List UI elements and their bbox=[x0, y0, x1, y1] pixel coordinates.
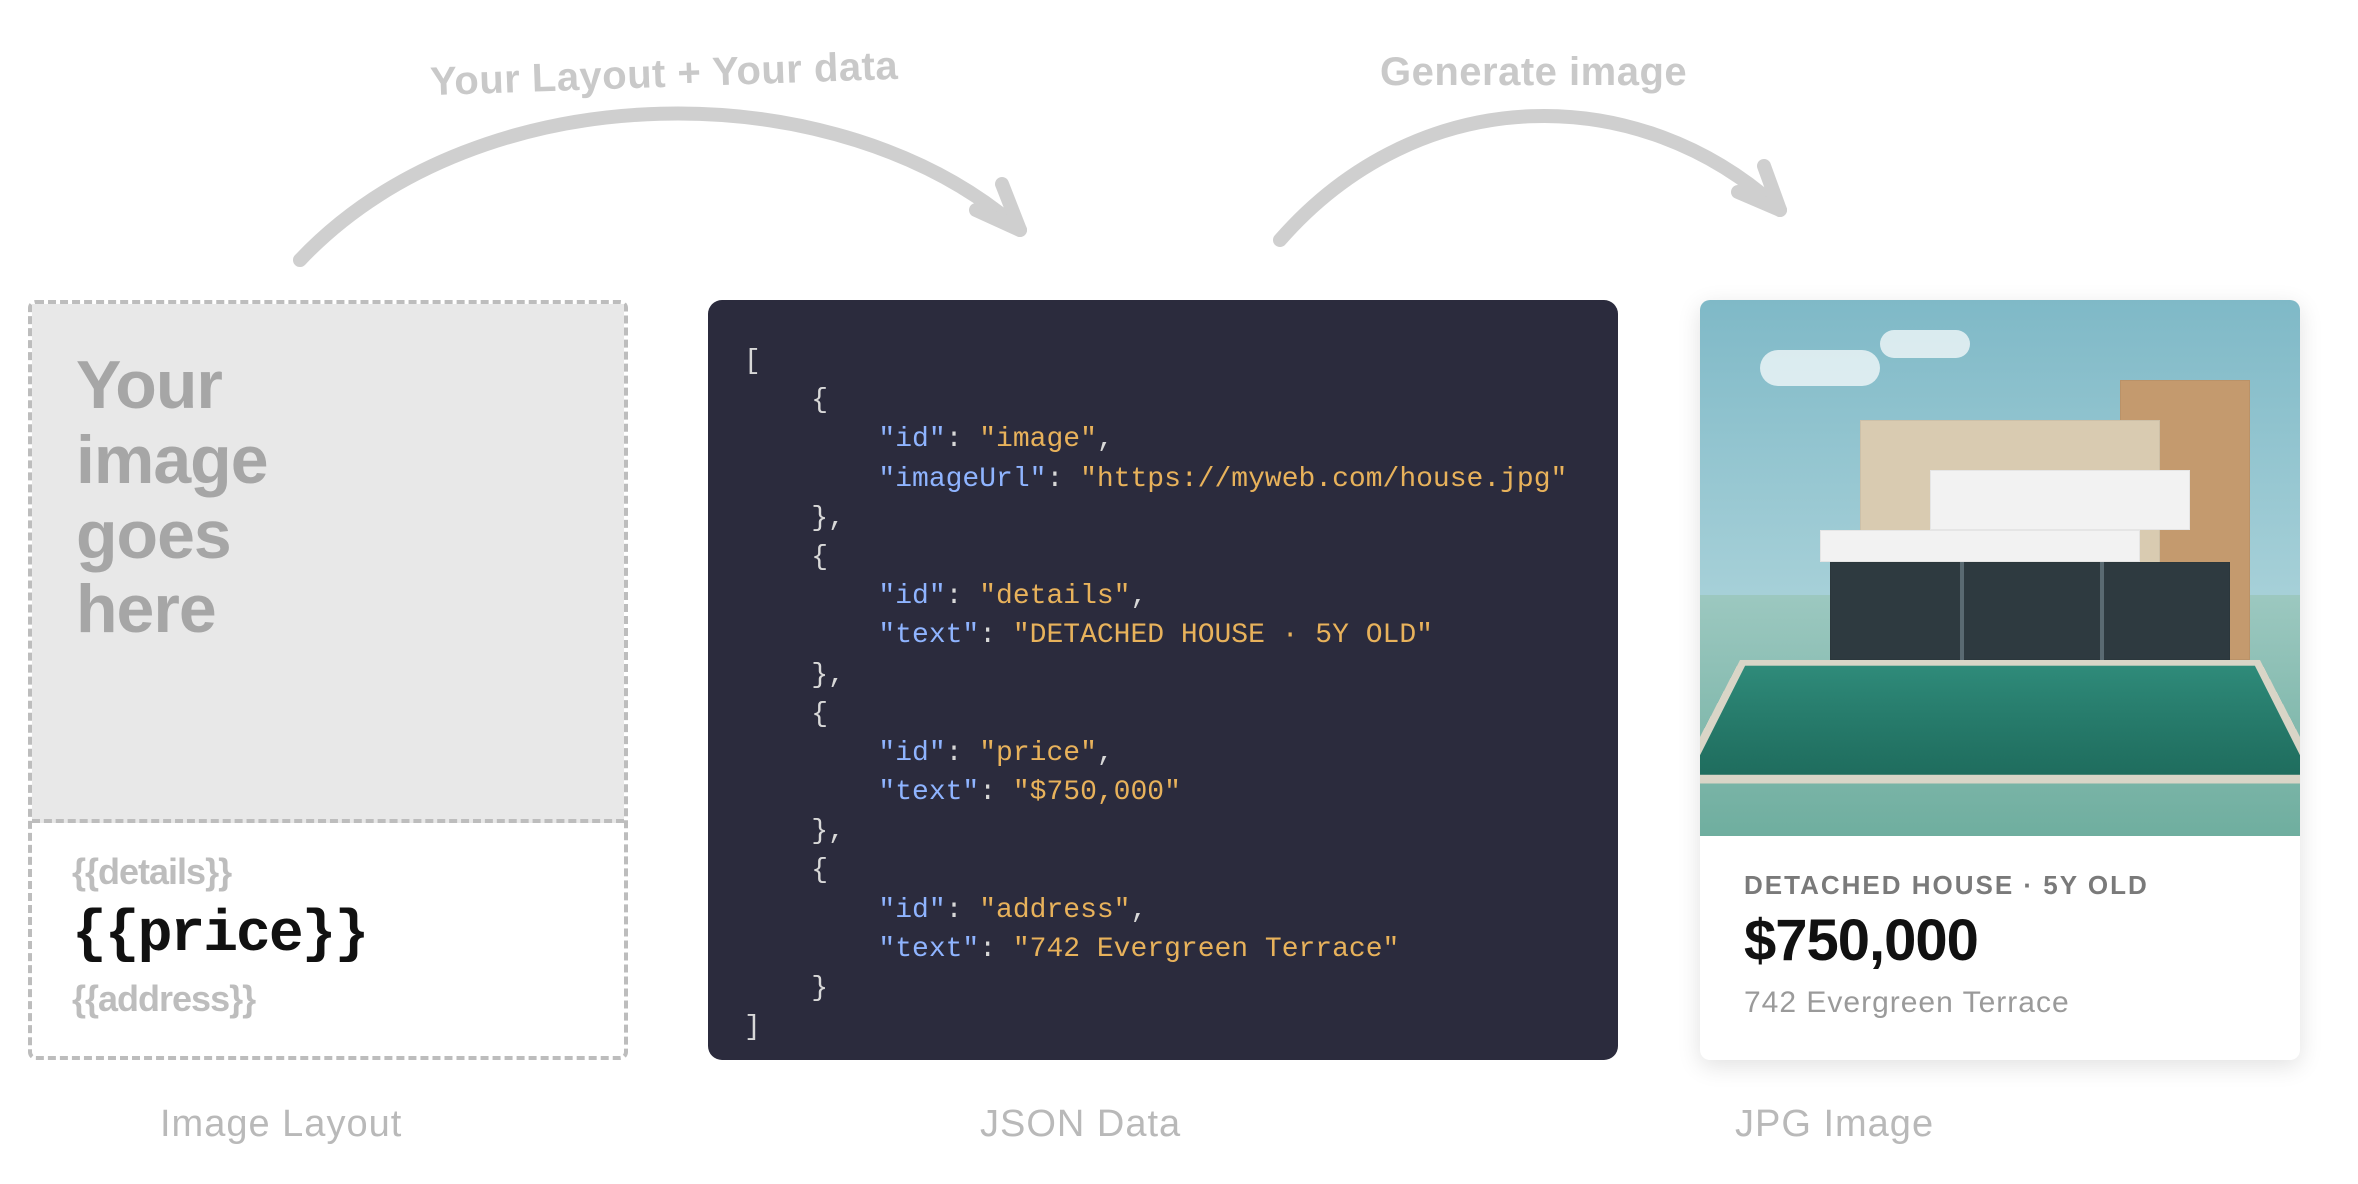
result-address-text: 742 Evergreen Terrace bbox=[1744, 986, 2256, 1020]
caption-json: JSON Data bbox=[980, 1103, 1181, 1146]
caption-layout: Image Layout bbox=[160, 1103, 402, 1146]
result-details-text: DETACHED HOUSE · 5Y OLD bbox=[1744, 870, 2256, 901]
result-info-section: DETACHED HOUSE · 5Y OLD $750,000 742 Eve… bbox=[1700, 836, 2300, 1060]
arrow-icon bbox=[280, 90, 1080, 310]
layout-info-section: {{details}} {{price}} {{address}} bbox=[32, 823, 624, 1056]
image-placeholder-slot: Yourimagegoeshere bbox=[32, 304, 624, 823]
price-placeholder: {{price}} bbox=[72, 903, 584, 968]
arc-label-right: Generate image bbox=[1380, 50, 1687, 95]
arrow-icon bbox=[1260, 90, 1820, 290]
result-image-card: DETACHED HOUSE · 5Y OLD $750,000 742 Eve… bbox=[1700, 300, 2300, 1060]
house-photo bbox=[1700, 300, 2300, 836]
details-placeholder: {{details}} bbox=[72, 851, 584, 893]
address-placeholder: {{address}} bbox=[72, 978, 584, 1020]
result-price-text: $750,000 bbox=[1744, 907, 2256, 974]
caption-result: JPG Image bbox=[1735, 1103, 1934, 1146]
layout-template-card: Yourimagegoeshere {{details}} {{price}} … bbox=[28, 300, 628, 1060]
json-data-code-block: [ { "id": "image", "imageUrl": "https://… bbox=[708, 300, 1618, 1060]
image-placeholder-text: Yourimagegoeshere bbox=[76, 348, 268, 647]
